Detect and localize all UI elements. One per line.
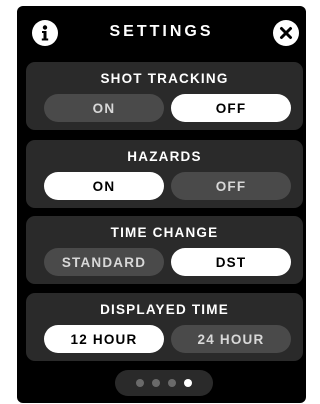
setting-label: DISPLAYED TIME: [100, 302, 229, 317]
setting-label: HAZARDS: [127, 149, 202, 164]
setting-time-change: TIME CHANGE STANDARD DST: [26, 216, 303, 284]
shot-tracking-off-button[interactable]: OFF: [171, 94, 291, 122]
setting-displayed-time: DISPLAYED TIME 12 HOUR 24 HOUR: [26, 293, 303, 361]
page-dot-4-active[interactable]: [184, 379, 192, 387]
setting-shot-tracking: SHOT TRACKING ON OFF: [26, 62, 303, 130]
close-button[interactable]: [273, 20, 299, 46]
page-dot-3[interactable]: [168, 379, 176, 387]
displayed-time-12-hour-button[interactable]: 12 HOUR: [44, 325, 164, 353]
time-change-standard-button[interactable]: STANDARD: [44, 248, 164, 276]
setting-label: TIME CHANGE: [110, 225, 219, 240]
close-icon: [280, 27, 292, 39]
page-title: SETTINGS: [109, 23, 214, 40]
hazards-off-button[interactable]: OFF: [171, 172, 291, 200]
page-dot-2[interactable]: [152, 379, 160, 387]
time-change-dst-button[interactable]: DST: [171, 248, 291, 276]
settings-screen: SETTINGS SHOT TRACKING ON OFF HAZARDS ON…: [17, 6, 306, 403]
page-dot-1[interactable]: [136, 379, 144, 387]
displayed-time-24-hour-button[interactable]: 24 HOUR: [171, 325, 291, 353]
hazards-on-button[interactable]: ON: [44, 172, 164, 200]
setting-label: SHOT TRACKING: [100, 71, 229, 86]
shot-tracking-on-button[interactable]: ON: [44, 94, 164, 122]
header: SETTINGS: [17, 6, 306, 58]
setting-hazards: HAZARDS ON OFF: [26, 140, 303, 208]
page-indicator: [115, 370, 213, 396]
